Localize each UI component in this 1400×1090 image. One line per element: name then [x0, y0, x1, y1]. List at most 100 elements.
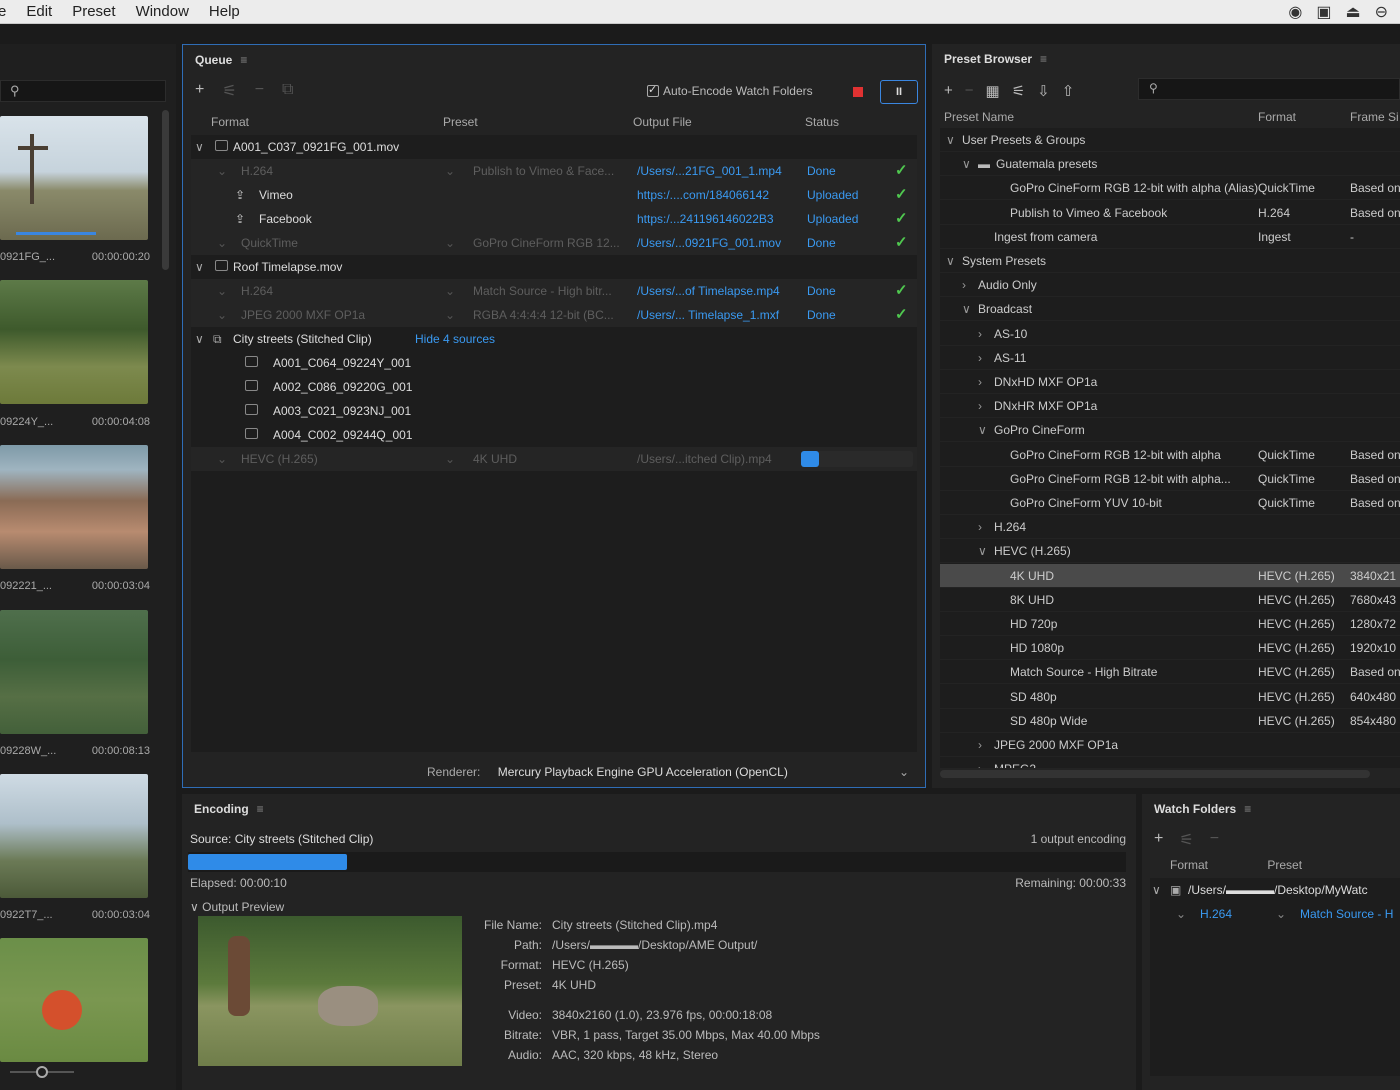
menu-help[interactable]: Help	[199, 3, 250, 20]
new-preset-icon[interactable]: +	[944, 82, 953, 100]
format-dropdown-icon[interactable]: ⌄	[217, 284, 227, 298]
panel-menu-icon[interactable]: ≡	[1040, 52, 1047, 66]
remove-icon[interactable]: −	[965, 82, 974, 100]
queue-output-row[interactable]: ⌄ HEVC (H.265) ⌄ 4K UHD /Users/...itched…	[191, 447, 917, 471]
preset-row[interactable]: SD 480p HEVC (H.265) 640x480	[940, 685, 1400, 709]
col-preset[interactable]: Preset	[1267, 858, 1302, 872]
col-format[interactable]: Format	[1170, 858, 1208, 872]
new-group-icon[interactable]: ▦	[986, 82, 1000, 100]
chevron-down-icon[interactable]: ∨	[946, 133, 955, 147]
media-scrollbar[interactable]	[162, 110, 169, 270]
renderer-selector[interactable]: Renderer: Mercury Playback Engine GPU Ac…	[427, 765, 909, 779]
stitched-source-row[interactable]: A001_C064_09224Y_001	[191, 351, 917, 375]
output-format[interactable]: HEVC (H.265)	[241, 452, 318, 466]
menu-preset[interactable]: Preset	[62, 3, 125, 20]
preset-row[interactable]: › AS-10	[940, 322, 1400, 346]
preset-dropdown-icon[interactable]: ⌄	[445, 236, 455, 250]
output-preset[interactable]: Match Source - High bitr...	[473, 284, 612, 298]
output-file-link[interactable]: /Users/...0921FG_001.mov	[637, 236, 781, 250]
preset-row[interactable]: › JPEG 2000 MXF OP1a	[940, 733, 1400, 757]
preset-row[interactable]: ∨ GoPro CineForm	[940, 418, 1400, 443]
menu-file[interactable]: e	[0, 3, 16, 20]
col-preset[interactable]: Preset	[443, 115, 478, 129]
media-thumbnail[interactable]	[0, 774, 148, 898]
add-folder-icon[interactable]: +	[1154, 830, 1163, 850]
output-file-link[interactable]: /Users/...itched Clip).mp4	[637, 452, 772, 466]
preset-row[interactable]: › DNxHD MXF OP1a	[940, 370, 1400, 394]
queue-output-row[interactable]: ⌄ H.264 ⌄ Match Source - High bitr... /U…	[191, 279, 917, 303]
preset-row[interactable]: GoPro CineForm RGB 12-bit with alpha... Q…	[940, 467, 1400, 491]
preset-row[interactable]: SD 480p Wide HEVC (H.265) 854x480	[940, 709, 1400, 733]
preset-dropdown-icon[interactable]: ⌄	[445, 284, 455, 298]
preset-row[interactable]: GoPro CineForm RGB 12-bit with alpha Quic…	[940, 443, 1400, 467]
preset-row[interactable]: HD 1080p HEVC (H.265) 1920x10	[940, 636, 1400, 661]
queue-stitched-row[interactable]: ∨ ⧉ City streets (Stitched Clip) Hide 4 …	[191, 327, 917, 351]
preset-row[interactable]: GoPro CineForm YUV 10-bit QuickTime Based …	[940, 491, 1400, 515]
output-preset[interactable]: 4K UHD	[473, 452, 517, 466]
chevron-down-icon[interactable]: ∨	[195, 332, 204, 346]
format-dropdown-icon[interactable]: ⌄	[217, 452, 227, 466]
chevron-right-icon[interactable]: ›	[978, 399, 982, 413]
menu-window[interactable]: Window	[126, 3, 199, 20]
settings-icon[interactable]: ⚟	[1012, 82, 1025, 100]
import-icon[interactable]: ⇩	[1037, 82, 1050, 100]
queue-publish-row[interactable]: ⇪ Facebook https:/...241196146022B3 Uplo…	[191, 207, 917, 231]
format-dropdown-icon[interactable]: ⌄	[217, 308, 227, 322]
format-dropdown-icon[interactable]: ⌄	[217, 236, 227, 250]
thumb-scrub-bar[interactable]	[16, 232, 96, 235]
stitched-source-row[interactable]: A004_C002_09244Q_001	[191, 423, 917, 447]
chevron-down-icon[interactable]: ∨	[978, 544, 987, 558]
preset-row[interactable]: › MPEG2	[940, 757, 1400, 768]
output-format[interactable]: JPEG 2000 MXF OP1a	[241, 308, 365, 322]
checkbox-icon[interactable]	[647, 83, 659, 97]
chevron-right-icon[interactable]: ›	[978, 351, 982, 365]
preset-dropdown-icon[interactable]: ⌄	[445, 308, 455, 322]
settings-icon[interactable]: ⚟	[222, 81, 236, 101]
chevron-right-icon[interactable]: ›	[978, 762, 982, 768]
format-dropdown-icon[interactable]: ⌄	[217, 164, 227, 178]
chevron-down-icon[interactable]: ∨	[190, 900, 199, 914]
media-thumbnail[interactable]	[0, 610, 148, 734]
chevron-down-icon[interactable]: ∨	[978, 423, 987, 437]
watch-output-format[interactable]: H.264	[1200, 907, 1232, 921]
preset-dropdown-icon[interactable]: ⌄	[445, 452, 455, 466]
chevron-right-icon[interactable]: ›	[978, 327, 982, 341]
col-format[interactable]: Format	[1258, 110, 1296, 124]
display-icon[interactable]: ▣	[1316, 2, 1331, 22]
chevron-down-icon[interactable]: ∨	[962, 157, 971, 171]
watch-output-row[interactable]: ⌄ H.264 ⌄ Match Source - H	[1150, 902, 1400, 926]
stitched-source-row[interactable]: A003_C021_0923NJ_001	[191, 399, 917, 423]
preset-search-input[interactable]: ⚲	[1138, 78, 1400, 100]
chevron-right-icon[interactable]: ›	[978, 520, 982, 534]
hide-sources-link[interactable]: Hide 4 sources	[415, 332, 495, 346]
output-format[interactable]: H.264	[241, 284, 273, 298]
thumbnail-size-slider[interactable]	[10, 1066, 74, 1078]
chevron-down-icon[interactable]: ∨	[195, 260, 204, 274]
output-file-link[interactable]: /Users/...21FG_001_1.mp4	[637, 164, 782, 178]
output-format[interactable]: H.264	[241, 164, 273, 178]
auto-encode-toggle[interactable]: Auto-Encode Watch Folders	[647, 83, 813, 98]
preset-dropdown-icon[interactable]: ⌄	[445, 164, 455, 178]
queue-output-row[interactable]: ⌄ H.264 ⌄ Publish to Vimeo & Face... /Us…	[191, 159, 917, 183]
chevron-right-icon[interactable]: ›	[962, 278, 966, 292]
format-dropdown-icon[interactable]: ⌄	[1176, 907, 1186, 921]
output-preset[interactable]: RGBA 4:4:4:4 12-bit (BC...	[473, 308, 614, 322]
col-status[interactable]: Status	[805, 115, 839, 129]
publish-url-link[interactable]: https:/...241196146022B3	[637, 212, 774, 226]
queue-output-row[interactable]: ⌄ JPEG 2000 MXF OP1a ⌄ RGBA 4:4:4:4 12-b…	[191, 303, 917, 327]
media-thumbnail[interactable]	[0, 116, 148, 240]
renderer-value[interactable]: Mercury Playback Engine GPU Acceleration…	[498, 765, 788, 779]
preset-row[interactable]: Match Source - High Bitrate HEVC (H.265) B…	[940, 660, 1400, 685]
preset-row[interactable]: › Audio Only	[940, 273, 1400, 298]
preset-row[interactable]: ∨ ▬ Guatemala presets	[940, 152, 1400, 177]
stitched-source-row[interactable]: A002_C086_09220G_001	[191, 375, 917, 399]
publish-url-link[interactable]: https:/....com/184066142	[637, 188, 769, 202]
queue-source-row[interactable]: ∨ Roof Timelapse.mov	[191, 255, 917, 279]
output-preset[interactable]: GoPro CineForm RGB 12...	[473, 236, 620, 250]
duplicate-icon[interactable]: ⧉	[282, 81, 293, 101]
preset-row[interactable]: › AS-11	[940, 346, 1400, 370]
slider-knob[interactable]	[36, 1066, 48, 1078]
output-format[interactable]: QuickTime	[241, 236, 298, 250]
export-icon[interactable]: ⇧	[1062, 82, 1075, 100]
panel-menu-icon[interactable]: ≡	[240, 53, 247, 67]
